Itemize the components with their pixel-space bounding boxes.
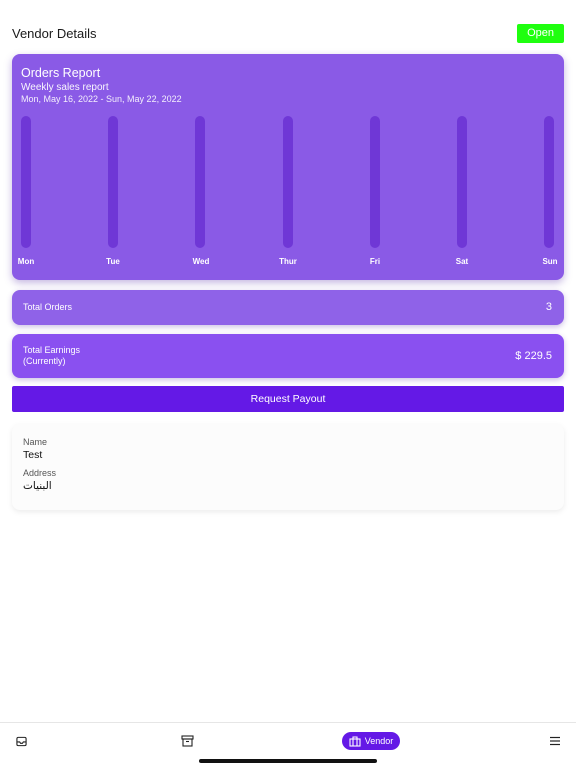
home-indicator [199, 759, 377, 763]
day-label-sat: Sat [455, 257, 469, 266]
total-earnings-card: Total Earnings (Currently) $ 229.5 [12, 334, 564, 378]
menu-icon [550, 736, 560, 746]
name-label: Name [23, 437, 48, 447]
total-earnings-label-line1: Total Earnings [23, 345, 81, 355]
day-label-fri: Fri [369, 257, 381, 266]
nav-inbox[interactable] [12, 732, 30, 750]
bar-wed [195, 116, 205, 248]
total-orders-label: Total Orders [23, 302, 73, 312]
report-title: Orders Report [21, 66, 101, 80]
page-title: Vendor Details [12, 26, 97, 41]
vendor-info-card: Name Test Address البنيات [12, 424, 564, 510]
nav-archive[interactable] [178, 732, 196, 750]
day-label-wed: Wed [192, 257, 210, 266]
request-payout-button[interactable]: Request Payout [12, 386, 564, 412]
report-subtitle: Weekly sales report [21, 82, 109, 93]
inbox-icon [15, 736, 27, 746]
orders-report-card: Orders Report Weekly sales report Mon, M… [12, 54, 564, 280]
bar-sat [457, 116, 467, 248]
archive-icon [180, 735, 194, 747]
day-label-thur: Thur [279, 257, 297, 266]
total-orders-value: 3 [545, 301, 552, 313]
name-value: Test [23, 449, 43, 461]
top-bar: Vendor Details Open [0, 20, 576, 48]
day-label-tue: Tue [106, 257, 120, 266]
day-label-sun: Sun [542, 257, 558, 266]
bar-mon [21, 116, 31, 248]
bar-thur [283, 116, 293, 248]
nav-vendor-tab[interactable]: Vendor [342, 732, 400, 750]
bar-fri [370, 116, 380, 248]
address-value: البنيات [23, 480, 52, 492]
status-badge[interactable]: Open [517, 24, 564, 43]
store-icon [349, 735, 361, 747]
nav-menu[interactable] [546, 732, 564, 750]
nav-vendor-label: Vendor [364, 736, 394, 746]
total-orders-card: Total Orders 3 [12, 290, 564, 325]
bar-sun [544, 116, 554, 248]
report-date-range: Mon, May 16, 2022 - Sun, May 22, 2022 [21, 94, 182, 104]
day-label-mon: Mon [17, 257, 35, 266]
total-earnings-label-line2: (Currently) [23, 356, 66, 366]
address-label: Address [23, 468, 57, 478]
total-earnings-label: Total Earnings (Currently) [23, 345, 80, 367]
bar-tue [108, 116, 118, 248]
total-earnings-value: $ 229.5 [515, 350, 552, 362]
